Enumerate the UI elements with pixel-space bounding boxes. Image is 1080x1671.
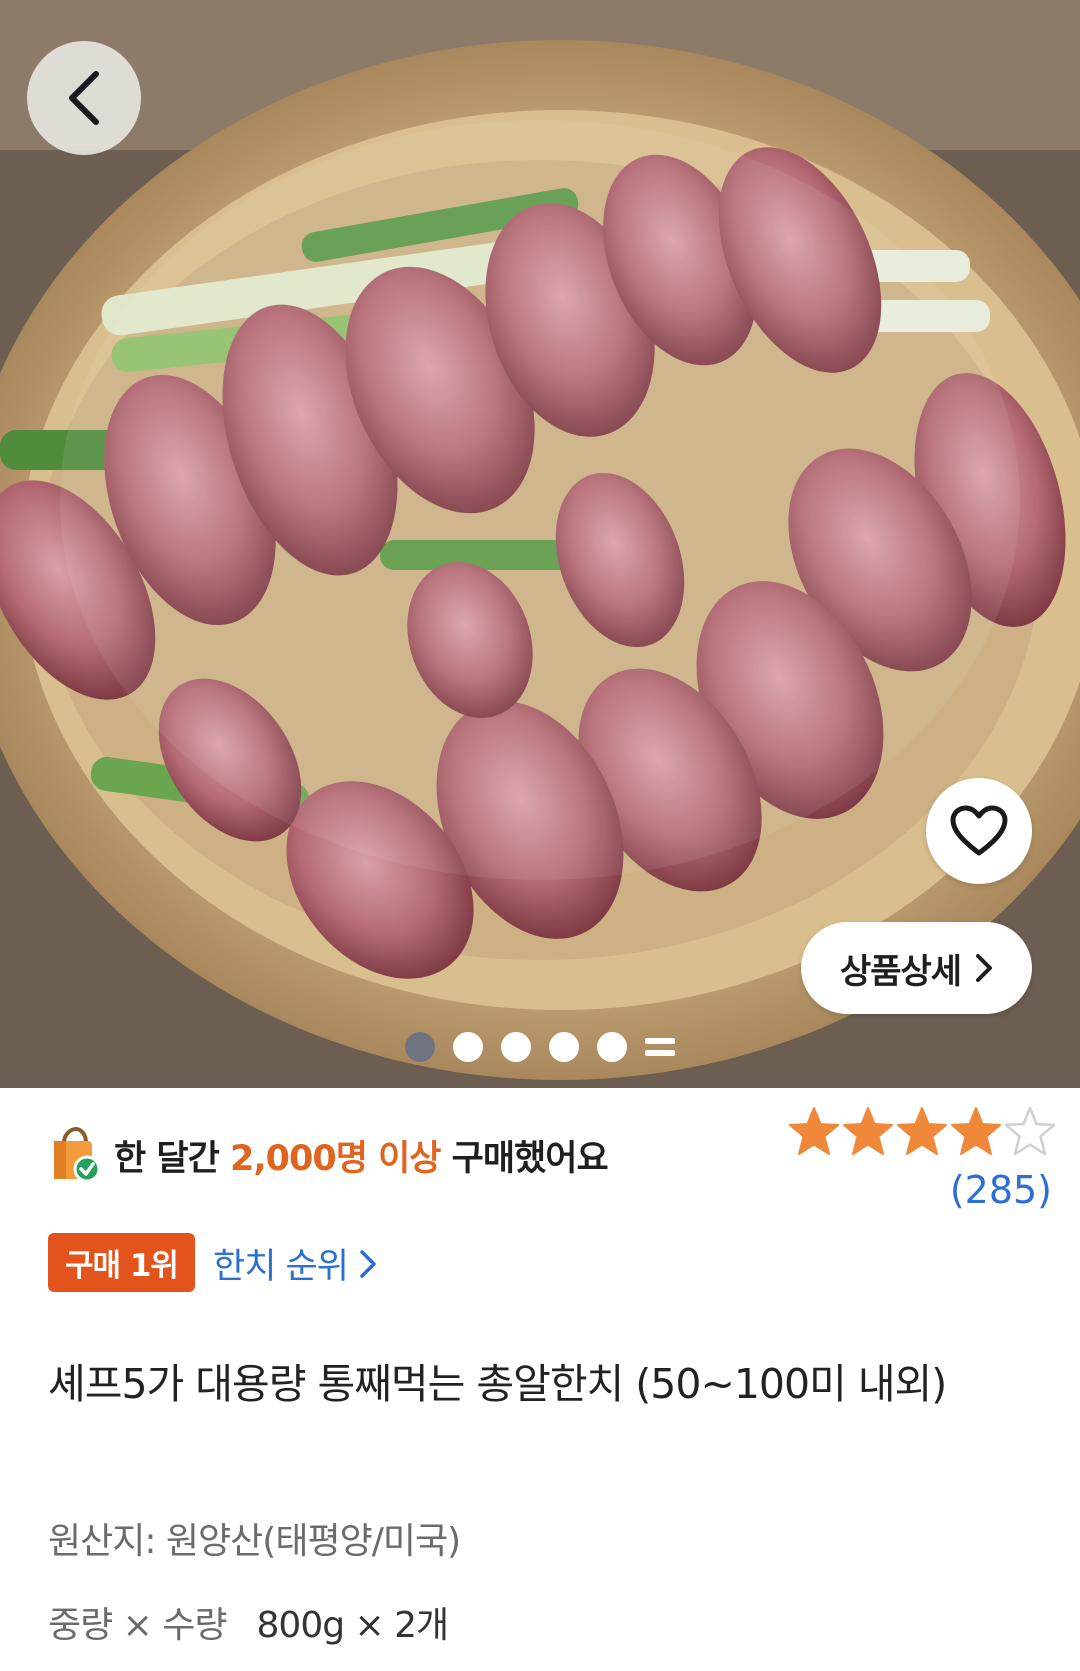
star-filled-icon (951, 1107, 1001, 1155)
product-title: 셰프5가 대용량 통째먹는 총알한치 (50~100미 내외) (48, 1360, 947, 1408)
chevron-right-icon (976, 954, 993, 982)
product-image-carousel[interactable]: 상품상세 (0, 0, 1080, 1088)
category-rank-label: 한치 순위 (213, 1247, 349, 1287)
spec-value: 800g × 2개 (256, 1605, 450, 1646)
back-button[interactable] (27, 41, 141, 155)
purchase-stats-count: 2,000명 이상 (229, 1138, 441, 1179)
review-count[interactable]: (285) (950, 1168, 1052, 1212)
product-detail-button[interactable]: 상품상세 (801, 922, 1032, 1014)
star-empty-icon (1004, 1106, 1056, 1156)
carousel-dot[interactable] (549, 1032, 579, 1062)
product-spec: 중량 × 수량 800g × 2개 (48, 1596, 450, 1648)
back-arrow-icon (69, 71, 99, 125)
purchase-stats-text: 한 달간 2,000명 이상 구매했어요 (114, 1130, 609, 1181)
star-filled-icon (897, 1107, 947, 1155)
carousel-dot[interactable] (453, 1032, 483, 1062)
rating-stars (788, 1106, 1056, 1158)
purchase-stats-prefix: 한 달간 (114, 1138, 230, 1179)
product-detail-label: 상품상세 (839, 951, 962, 992)
category-rank-link[interactable]: 한치 순위 (213, 1238, 376, 1289)
spec-label: 중량 × 수량 (48, 1605, 228, 1646)
purchase-stats: 한 달간 2,000명 이상 구매했어요 (50, 1127, 609, 1183)
carousel-more-icon[interactable] (645, 1032, 675, 1062)
shopping-bag-icon (54, 1127, 100, 1183)
carousel-indicator (405, 1032, 675, 1062)
star-filled-icon (789, 1107, 839, 1155)
carousel-dot[interactable] (501, 1032, 531, 1062)
carousel-dot[interactable] (405, 1032, 435, 1062)
wishlist-button[interactable] (926, 778, 1032, 884)
rank-badge: 구매 1위 (48, 1233, 195, 1292)
purchase-stats-suffix: 구매했어요 (440, 1138, 609, 1179)
product-origin: 원산지: 원양산(태평양/미국) (48, 1521, 461, 1562)
carousel-dot[interactable] (597, 1032, 627, 1062)
heart-icon (950, 805, 1008, 856)
star-filled-icon (843, 1107, 893, 1155)
rating[interactable]: (285) (788, 1106, 1056, 1212)
chevron-right-icon (360, 1249, 376, 1278)
